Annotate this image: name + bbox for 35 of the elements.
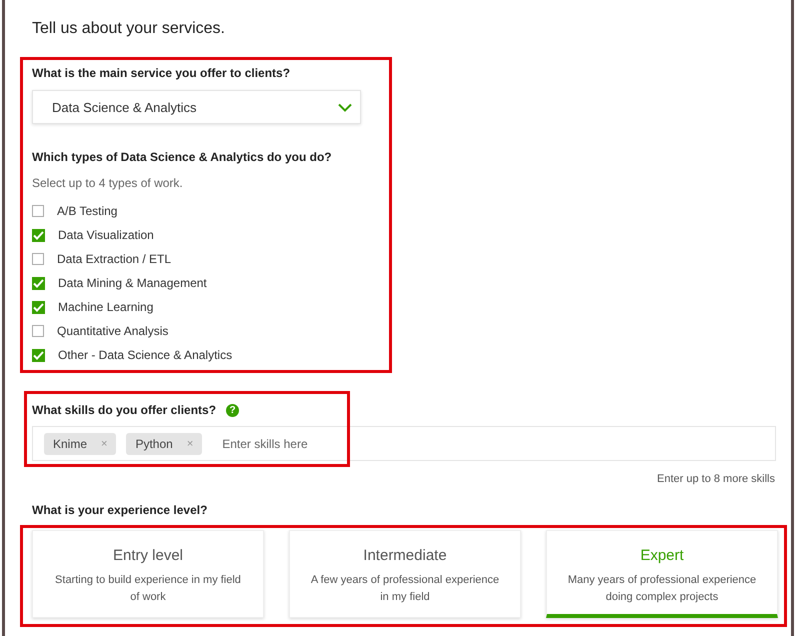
service-dropdown[interactable]: Data Science & Analytics (32, 90, 361, 124)
checkbox[interactable] (32, 228, 45, 242)
question-label: Which types of Data Science & Analytics do you do? (32, 150, 333, 164)
level-description: Many years of professional experience doing complex projects (566, 573, 758, 605)
checkbox-label: Data Mining & Management (58, 276, 207, 290)
level-title: Expert (639, 547, 685, 564)
hint-text: Enter up to 8 more skills (656, 473, 776, 485)
level-title: Intermediate (362, 547, 448, 564)
tag-label: Python (135, 436, 173, 450)
skills-field[interactable]: Knime × Python × Enter skills here (32, 426, 776, 461)
checkbox-label: Other - Data Science & Analytics (58, 348, 232, 362)
level-card[interactable]: Intermediate A few years of professional experience in my field (289, 530, 521, 618)
level-title: Entry level (112, 547, 184, 564)
tag-label: Knime (53, 436, 88, 450)
question-label: What is your experience level? (32, 503, 208, 517)
level-description: A few years of professional experience in my field (310, 573, 500, 605)
checkbox-label: A/B Testing (57, 204, 118, 218)
question-label: What skills do you offer clients? (32, 403, 216, 417)
hint-text: Select up to 4 types of work. (32, 176, 184, 190)
level-card[interactable]: Entry level Starting to build experience in my field of work (32, 530, 264, 618)
checkbox[interactable] (32, 205, 44, 217)
level-card[interactable]: Expert Many years of professional experience doing complex projects (546, 530, 778, 618)
checkbox-label: Data Extraction / ETL (57, 252, 172, 266)
checkbox-label: Quantitative Analysis (57, 324, 168, 338)
checkbox[interactable] (32, 276, 45, 290)
checkbox-label: Machine Learning (58, 300, 154, 314)
question-label: What is the main service you offer to clients? (32, 66, 292, 80)
checkbox-label: Data Visualization (58, 228, 154, 242)
page-title: Tell us about your services. (32, 19, 226, 39)
checkbox[interactable] (32, 300, 45, 314)
checkbox[interactable] (32, 325, 44, 337)
level-description: Starting to build experience in my field of work (54, 573, 242, 605)
chevron-down-icon (338, 102, 352, 112)
checkbox[interactable] (32, 253, 44, 265)
checkbox[interactable] (32, 348, 45, 362)
